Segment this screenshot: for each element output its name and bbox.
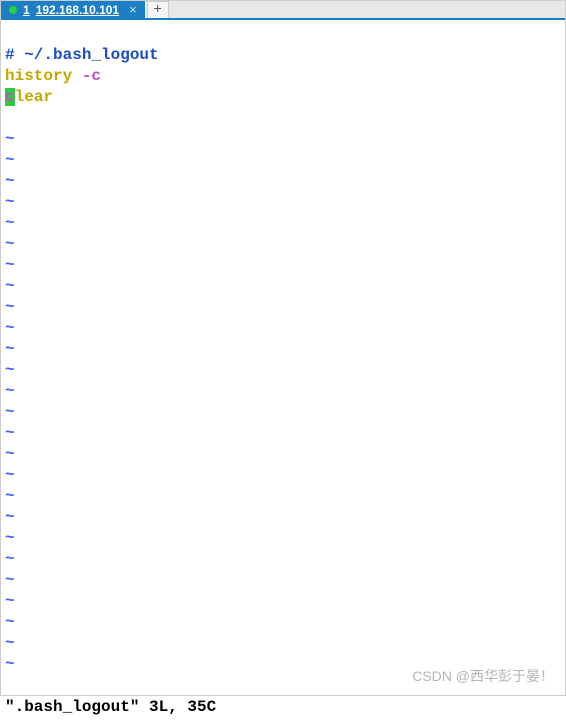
new-tab-button[interactable]: + — [147, 1, 169, 18]
tilde-line: ~ — [5, 466, 15, 484]
tilde-line: ~ — [5, 214, 15, 232]
close-icon[interactable]: × — [129, 2, 137, 17]
tilde-line: ~ — [5, 172, 15, 190]
tilde-line: ~ — [5, 256, 15, 274]
tilde-line: ~ — [5, 319, 15, 337]
tilde-lines: ~ ~ ~ ~ ~ ~ ~ ~ ~ ~ ~ ~ ~ ~ ~ ~ ~ ~ ~ ~ … — [5, 129, 561, 675]
tilde-line: ~ — [5, 445, 15, 463]
empty-line — [5, 109, 15, 127]
tilde-line: ~ — [5, 298, 15, 316]
tilde-line: ~ — [5, 403, 15, 421]
tab-active[interactable]: 1 192.168.10.101 × — [1, 1, 145, 18]
tilde-line: ~ — [5, 592, 15, 610]
editor-area[interactable]: # ~/.bash_logout history -c clear ~ ~ ~ … — [1, 20, 565, 696]
comment-line: # ~/.bash_logout — [5, 46, 159, 64]
command-line-clear: lear — [15, 88, 53, 106]
tilde-line: ~ — [5, 193, 15, 211]
status-line: ".bash_logout" 3L, 35C — [1, 696, 565, 720]
tilde-line: ~ — [5, 508, 15, 526]
tilde-line: ~ — [5, 151, 15, 169]
tilde-line: ~ — [5, 655, 15, 673]
tab-bar: 1 192.168.10.101 × + — [1, 1, 565, 20]
tilde-line: ~ — [5, 340, 15, 358]
tilde-line: ~ — [5, 571, 15, 589]
tilde-line: ~ — [5, 550, 15, 568]
tilde-line: ~ — [5, 361, 15, 379]
command-line-history: history — [5, 67, 82, 85]
command-arg: -c — [82, 67, 101, 85]
tilde-line: ~ — [5, 130, 15, 148]
tilde-line: ~ — [5, 382, 15, 400]
connection-status-dot — [9, 6, 17, 14]
tilde-line: ~ — [5, 613, 15, 631]
tilde-line: ~ — [5, 487, 15, 505]
tab-title: 192.168.10.101 — [36, 3, 119, 17]
tilde-line: ~ — [5, 529, 15, 547]
cursor: c — [5, 88, 15, 106]
tab-index: 1 — [23, 3, 30, 17]
tilde-line: ~ — [5, 235, 15, 253]
tilde-line: ~ — [5, 277, 15, 295]
plus-icon: + — [154, 2, 162, 18]
tilde-line: ~ — [5, 424, 15, 442]
tilde-line: ~ — [5, 634, 15, 652]
